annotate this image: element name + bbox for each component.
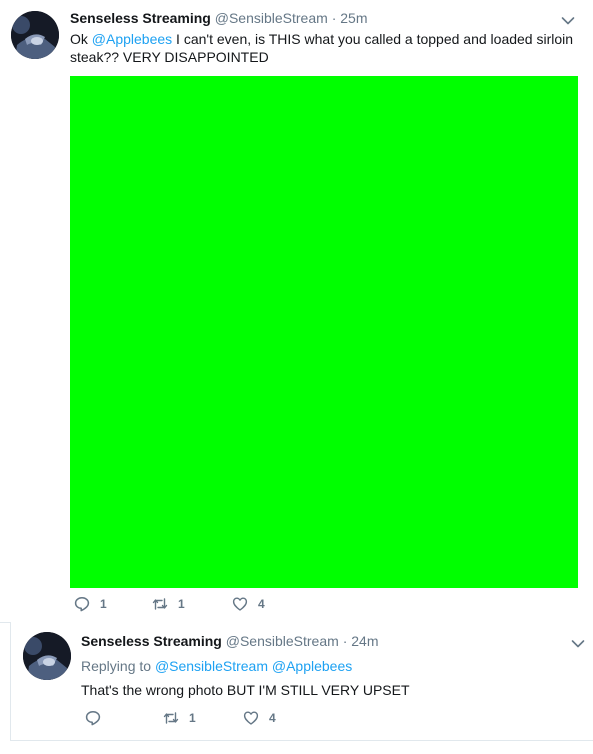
reply-icon	[85, 711, 101, 726]
tweet-text: Ok @Applebees I can't even, is THIS what…	[70, 30, 580, 66]
retweet-button[interactable]: 1	[152, 596, 232, 612]
tweet-media-image[interactable]	[70, 76, 578, 588]
tweet-actions: 1 4	[85, 710, 303, 726]
display-name[interactable]: Senseless Streaming	[81, 633, 222, 649]
avatar[interactable]	[11, 11, 59, 59]
retweet-button[interactable]: 1	[163, 710, 243, 726]
reply-button[interactable]: 1	[74, 596, 152, 612]
timestamp[interactable]: 25m	[340, 10, 367, 26]
tweet-actions: 1 1 4	[74, 596, 292, 612]
like-count: 4	[269, 711, 276, 725]
tweet-text: That's the wrong photo BUT I'M STILL VER…	[81, 682, 410, 698]
separator-dot: ·	[331, 10, 337, 26]
retweet-count: 1	[189, 711, 196, 725]
display-name[interactable]: Senseless Streaming	[70, 10, 211, 26]
caret-down-icon[interactable]	[571, 636, 585, 648]
retweet-icon	[163, 712, 179, 724]
mention-link[interactable]: @Applebees	[272, 658, 352, 674]
tweet-header: Senseless Streaming @SensibleStream · 25…	[70, 9, 367, 27]
like-icon	[232, 597, 248, 611]
like-button[interactable]: 4	[243, 710, 303, 726]
avatar-image	[11, 11, 59, 59]
separator-dot: ·	[342, 633, 348, 649]
tweet[interactable]: Senseless Streaming @SensibleStream · 25…	[0, 0, 593, 623]
retweet-count: 1	[178, 597, 185, 611]
avatar[interactable]	[23, 632, 71, 680]
reply-count: 1	[100, 597, 107, 611]
tweet-text-prefix: Ok	[70, 31, 92, 47]
timestamp[interactable]: 24m	[351, 633, 378, 649]
replying-to-context: Replying to @SensibleStream @Applebees	[81, 657, 352, 675]
caret-down-icon[interactable]	[561, 13, 575, 25]
like-icon	[243, 711, 259, 725]
avatar-image	[23, 632, 71, 680]
retweet-icon	[152, 598, 168, 610]
tweet-reply[interactable]: Senseless Streaming @SensibleStream · 24…	[10, 622, 593, 741]
reply-button[interactable]	[85, 710, 163, 726]
reply-icon	[74, 597, 90, 612]
mention-link[interactable]: @Applebees	[92, 31, 172, 47]
mention-link[interactable]: @SensibleStream	[155, 658, 268, 674]
like-button[interactable]: 4	[232, 596, 292, 612]
tweet-header: Senseless Streaming @SensibleStream · 24…	[81, 632, 378, 650]
user-handle[interactable]: @SensibleStream	[226, 633, 339, 649]
replying-to-label: Replying to	[81, 658, 152, 674]
user-handle[interactable]: @SensibleStream	[215, 10, 328, 26]
like-count: 4	[258, 597, 265, 611]
